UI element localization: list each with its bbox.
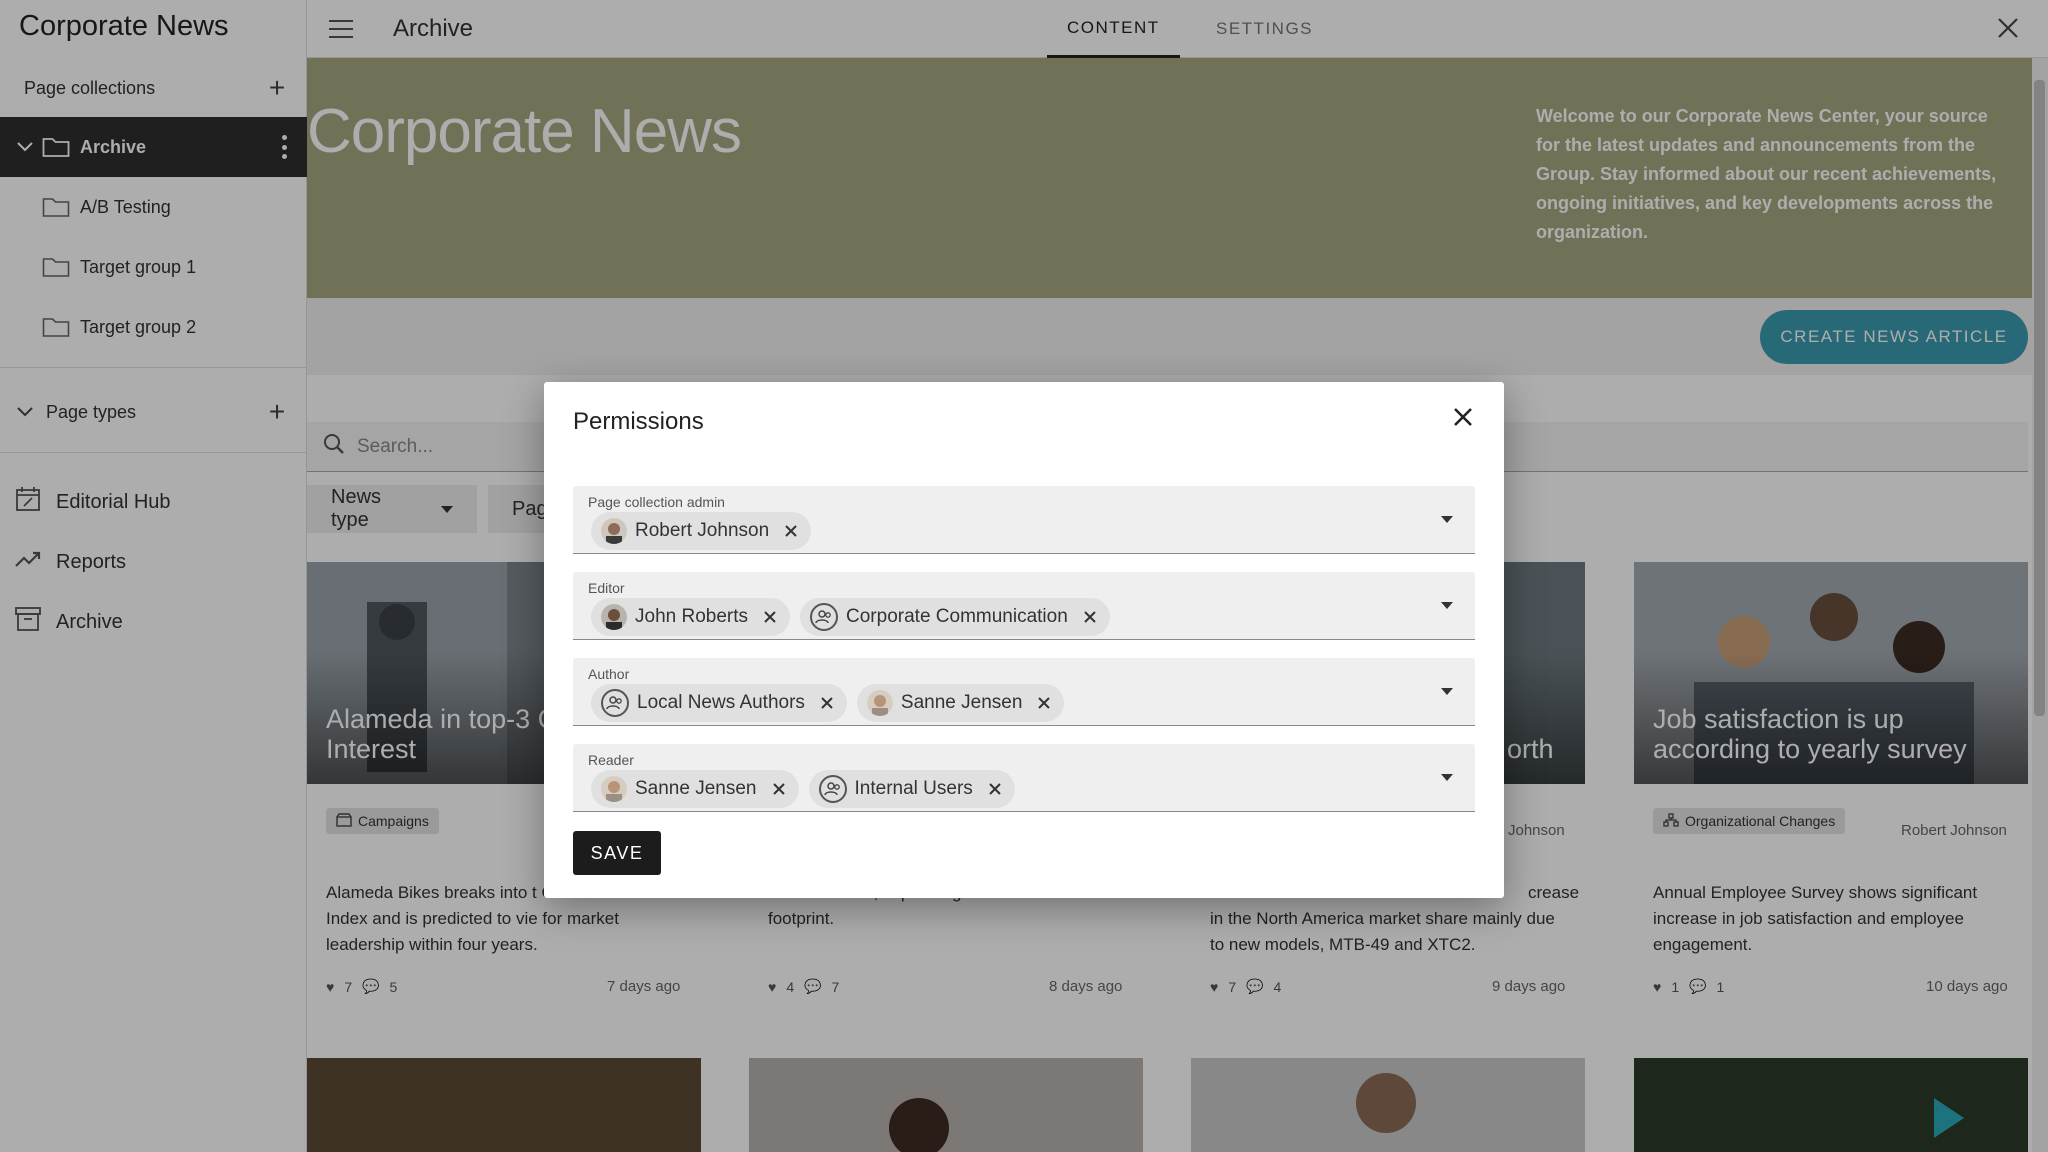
remove-chip-icon[interactable]	[1082, 609, 1098, 625]
remove-chip-icon[interactable]	[771, 781, 787, 797]
chip-label: Corporate Communication	[846, 606, 1068, 627]
close-icon[interactable]	[1450, 404, 1476, 430]
chip-label: John Roberts	[635, 606, 749, 627]
group-icon	[818, 775, 847, 803]
page-collection-admin-field[interactable]: Page collection admin Robert Johnson	[573, 486, 1475, 554]
chip-label: Robert Johnson	[635, 520, 770, 541]
group-icon	[601, 689, 629, 717]
field-label: Page collection admin	[588, 494, 725, 510]
user-chip: Robert Johnson	[591, 512, 812, 550]
permissions-dialog: Permissions Page collection admin Robert…	[544, 382, 1504, 898]
remove-chip-icon[interactable]	[783, 523, 799, 539]
dropdown-caret-icon[interactable]	[1441, 602, 1453, 609]
author-field[interactable]: Author Local News Authors Sanne Jensen	[573, 658, 1475, 726]
group-chip: Corporate Communication	[800, 598, 1110, 636]
field-label: Editor	[588, 580, 625, 596]
avatar	[601, 518, 627, 544]
chip-label: Local News Authors	[637, 692, 805, 713]
group-chip: Local News Authors	[591, 684, 847, 722]
dropdown-caret-icon[interactable]	[1441, 774, 1453, 781]
remove-chip-icon[interactable]	[762, 609, 778, 625]
group-icon	[810, 603, 839, 631]
group-chip: Internal Users	[808, 770, 1015, 808]
dialog-title: Permissions	[573, 408, 704, 435]
avatar	[601, 604, 627, 630]
chip-label: Sanne Jensen	[635, 778, 757, 799]
field-label: Author	[588, 666, 630, 682]
user-chip: John Roberts	[591, 598, 791, 636]
user-chip: Sanne Jensen	[856, 684, 1065, 722]
chip-label: Sanne Jensen	[900, 692, 1023, 713]
save-button[interactable]: SAVE	[573, 831, 661, 875]
reader-field[interactable]: Reader Sanne Jensen Internal Users	[573, 744, 1475, 812]
editor-field[interactable]: Editor John Roberts Corporate Communicat…	[573, 572, 1475, 640]
avatar	[601, 776, 627, 802]
remove-chip-icon[interactable]	[987, 781, 1003, 797]
remove-chip-icon[interactable]	[1036, 695, 1052, 711]
remove-chip-icon[interactable]	[819, 695, 835, 711]
avatar	[866, 690, 893, 716]
user-chip: Sanne Jensen	[591, 770, 799, 808]
dropdown-caret-icon[interactable]	[1441, 688, 1453, 695]
chip-label: Internal Users	[854, 778, 973, 799]
dropdown-caret-icon[interactable]	[1441, 516, 1453, 523]
field-label: Reader	[588, 752, 634, 768]
